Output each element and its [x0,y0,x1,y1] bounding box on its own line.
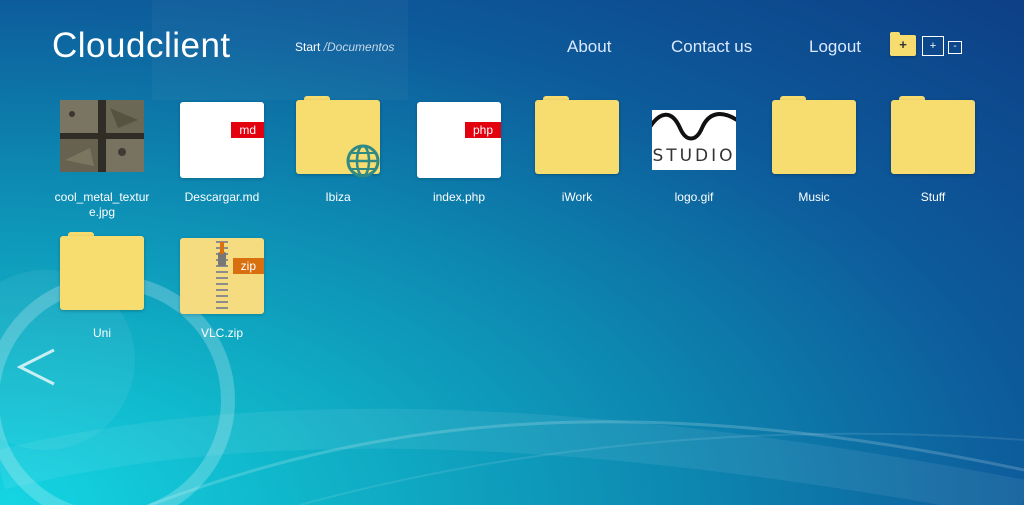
file-name: index.php [432,190,486,204]
logo-text: STUDIO [652,146,736,166]
folder-item[interactable]: iWork [525,96,629,210]
file-name: Descargar.md [184,190,260,204]
folder-name: Music [798,190,830,204]
folder-icon [60,236,144,310]
folder-name: Stuff [920,190,946,204]
folder-plus-icon [890,32,900,36]
zipper-icon [216,241,228,309]
file-type-badge: md [231,122,264,138]
new-folder-plus: + [899,37,907,52]
folder-name: Ibiza [325,190,351,204]
folder-item[interactable]: Ibiza [286,96,390,210]
folder-icon [891,100,975,174]
breadcrumb-separator: / [320,40,328,54]
folder-thumbnail [535,96,619,174]
zip-thumbnail: zip [180,236,264,314]
document-icon [417,102,501,178]
zoom-in-button[interactable]: + [922,36,944,56]
file-type-badge: php [464,122,501,138]
folder-thumbnail [772,96,856,174]
breadcrumb-current: Documentos [327,40,395,54]
file-name: cool_metal_texture.jpg [54,190,150,219]
breadcrumb-start[interactable]: Start [295,40,320,54]
nav-logout[interactable]: Logout [809,37,861,57]
folder-name: Uni [92,326,111,340]
logo-image: STUDIO [652,110,736,170]
file-item[interactable]: php index.php [407,100,511,210]
nav-about[interactable]: About [567,37,611,57]
nav-contact[interactable]: Contact us [671,37,752,57]
image-thumbnail: STUDIO [652,108,736,170]
folder-item[interactable]: Stuff [881,96,985,210]
folder-item[interactable]: Music [762,96,866,210]
folder-icon [535,100,619,174]
folder-thumbnail [891,96,975,174]
file-item[interactable]: zip VLC.zip [170,236,274,346]
app-title: Cloudclient [52,26,231,65]
folder-thumbnail [296,96,380,178]
file-item[interactable]: STUDIO logo.gif [642,108,746,210]
metal-texture-image [60,100,144,172]
file-thumbnail: md [180,100,264,178]
folder-name: iWork [561,190,593,204]
file-item[interactable]: md Descargar.md [170,100,274,210]
new-folder-button[interactable]: + [890,32,916,56]
zoom-out-button[interactable]: - [948,41,962,54]
breadcrumb: Start /Documentos [295,40,394,54]
file-thumbnail: php [417,100,501,178]
chevron-left-icon[interactable] [14,346,58,388]
folder-thumbnail [60,232,144,310]
file-item[interactable]: cool_metal_texture.jpg [50,100,154,230]
globe-icon [346,144,380,178]
file-type-badge: zip [232,258,264,274]
file-name: logo.gif [674,190,714,204]
file-name: VLC.zip [200,326,244,340]
folder-item[interactable]: Uni [50,232,154,346]
document-icon [180,102,264,178]
folder-icon [772,100,856,174]
image-thumbnail [60,100,144,178]
